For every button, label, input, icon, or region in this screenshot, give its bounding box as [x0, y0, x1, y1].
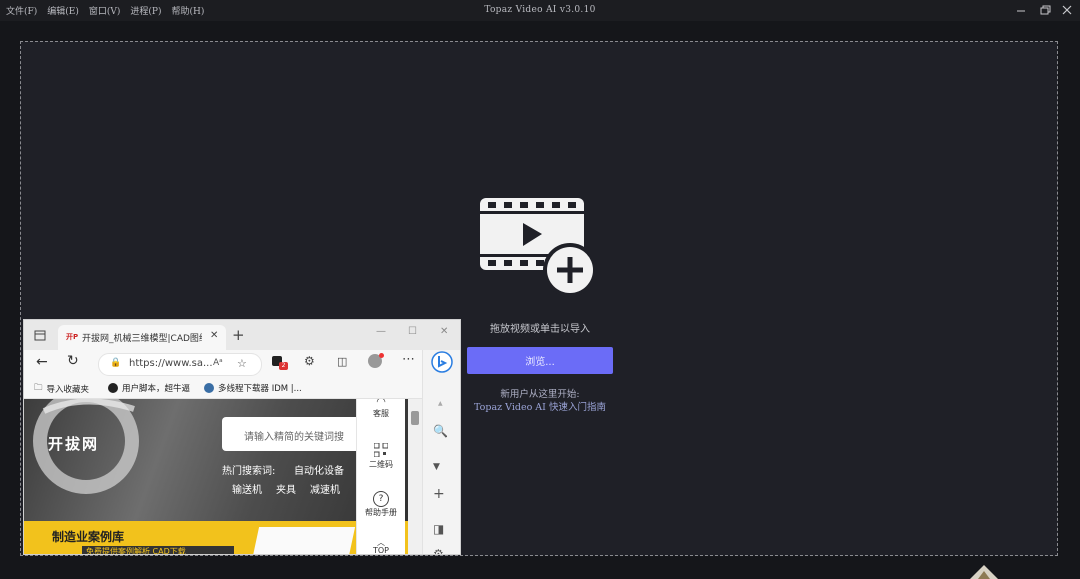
browser-minimize-icon[interactable]: — [376, 326, 386, 337]
case-library-title: 制造业案例库 [52, 530, 125, 544]
headset-icon: ◠ [376, 399, 386, 408]
drop-hint-text: 拖放视频或单击以导入 [490, 324, 590, 335]
gear-logo-icon [33, 399, 139, 494]
qr-code-button[interactable]: 二维码 [357, 442, 405, 470]
idm-icon [204, 383, 214, 393]
app-title: Topaz Video AI v3.0.10 [484, 5, 596, 15]
site-search-input[interactable]: 请输入精简的关键词搜 [222, 417, 372, 451]
help-manual-label: 帮助手册 [365, 508, 397, 517]
browser-close-icon[interactable]: ✕ [440, 326, 448, 337]
floating-service-panel: ◠ 客服 二维码 ? 帮助手册 ︿ TOP [356, 399, 405, 555]
browser-maximize-icon[interactable]: ☐ [408, 326, 417, 337]
case-library-subtitle: 免费提供案例解析 CAD下载 [82, 546, 234, 554]
tab-title: 开拔网_机械三维模型|CAD图纸| [82, 334, 202, 344]
new-user-guide: 新用户从这里开始: Topaz Video AI 快速入门指南 [460, 388, 620, 414]
folder-import-icon: 🗀 [34, 383, 43, 393]
topaz-logo-icon [970, 565, 998, 579]
quick-start-link[interactable]: Topaz Video AI 快速入门指南 [460, 401, 620, 414]
browser-toolbar: ← ↻ 🔒 https://www.sa... Aᵃ ☆ 2 ⚙ ◫ ⋯ [24, 350, 460, 378]
back-to-top-button[interactable]: ︿ TOP [357, 539, 405, 555]
minimize-icon[interactable] [1012, 3, 1030, 18]
favorite-userscript[interactable]: 用户脚本，超牛逼 [108, 382, 190, 394]
web-page-content[interactable]: 开拔网 请输入精简的关键词搜 热门搜索词: 自动化设备 输送机 夹具 减速机 制… [24, 399, 422, 555]
browser-window[interactable]: 开P 开拔网_机械三维模型|CAD图纸| ✕ + — ☐ ✕ ← ↻ 🔒 htt… [23, 319, 461, 555]
tab-close-icon[interactable]: ✕ [210, 330, 218, 341]
bing-copilot-icon[interactable] [431, 351, 453, 373]
favorite-star-icon[interactable]: ☆ [237, 357, 247, 370]
back-to-top-label: TOP [372, 546, 389, 555]
restore-icon[interactable] [1036, 3, 1054, 18]
hot-keyword-row: 输送机 夹具 减速机 [232, 481, 340, 496]
profile-notification-dot [379, 353, 384, 358]
sidebar-scroll-down-icon[interactable]: ▼ [433, 462, 440, 472]
favorite-idm-label: 多线程下载器 IDM |... [218, 384, 302, 394]
refresh-icon[interactable]: ↻ [67, 353, 79, 369]
favorites-bar: 🗀 导入收藏夹 用户脚本，超牛逼 多线程下载器 IDM |... [24, 378, 424, 399]
favorite-userscript-label: 用户脚本，超牛逼 [122, 384, 191, 394]
favorite-import-label: 导入收藏夹 [46, 385, 90, 395]
address-bar[interactable]: 🔒 https://www.sa... Aᵃ ☆ [98, 353, 262, 376]
add-video-icon[interactable] [478, 196, 598, 298]
sidebar-layout-icon[interactable]: ◨ [433, 522, 444, 536]
qr-code-label: 二维码 [369, 460, 393, 469]
help-icon: ? [373, 491, 389, 507]
extensions-puzzle-icon[interactable]: ⚙ [304, 354, 315, 368]
hot-keyword[interactable]: 减速机 [310, 481, 340, 496]
help-manual-button[interactable]: ? 帮助手册 [357, 491, 405, 518]
browser-tab-strip: 开P 开拔网_机械三维模型|CAD图纸| ✕ + — ☐ ✕ [24, 320, 460, 350]
split-screen-icon[interactable]: ◫ [337, 355, 347, 368]
hot-keyword-automation[interactable]: 自动化设备 [294, 462, 344, 477]
favorite-idm[interactable]: 多线程下载器 IDM |... [204, 382, 302, 394]
customer-service-label: 客服 [373, 409, 389, 418]
new-user-label: 新用户从这里开始: [500, 389, 580, 400]
userscript-icon [108, 383, 118, 393]
site-search-placeholder: 请输入精简的关键词搜 [244, 432, 344, 443]
edge-sidebar: ▲ 🔍 ▼ + ◨ ⚙ [422, 350, 460, 554]
title-bar: 文件(F) 编辑(E) 窗口(V) 进程(P) 帮助(H) Topaz Vide… [0, 0, 1080, 21]
lock-icon: 🔒 [110, 358, 122, 368]
chevron-up-icon: ︿ [377, 538, 385, 547]
back-icon[interactable]: ← [36, 354, 48, 370]
qr-code-icon [373, 442, 389, 458]
address-text: https://www.sa... [129, 358, 213, 369]
extension-badge: 2 [279, 362, 288, 370]
site-logo-text: 开拔网 [48, 435, 100, 453]
tab-actions-icon[interactable] [34, 330, 46, 341]
sidebar-scroll-up-icon[interactable]: ▲ [438, 400, 443, 407]
drawing-thumbnail [252, 527, 356, 554]
page-scrollbar[interactable] [408, 399, 422, 554]
hot-keyword[interactable]: 夹具 [276, 481, 296, 496]
sidebar-add-icon[interactable]: + [433, 486, 445, 502]
new-tab-icon[interactable]: + [232, 326, 245, 344]
customer-service-button[interactable]: ◠ 客服 [357, 399, 405, 419]
browse-button[interactable]: 浏览... [467, 347, 613, 374]
hot-search-label: 热门搜索词: [222, 466, 276, 477]
read-aloud-icon[interactable]: Aᵃ [213, 358, 223, 368]
sidebar-settings-icon[interactable]: ⚙ [433, 547, 444, 554]
hot-keyword[interactable]: 输送机 [232, 481, 262, 496]
more-menu-icon[interactable]: ⋯ [402, 352, 415, 367]
browser-tab[interactable]: 开P 开拔网_机械三维模型|CAD图纸| ✕ [58, 325, 226, 350]
favorite-import[interactable]: 🗀 导入收藏夹 [34, 382, 89, 396]
site-favicon-icon: 开P [66, 333, 79, 341]
sidebar-search-icon[interactable]: 🔍 [433, 424, 448, 438]
close-icon[interactable] [1058, 3, 1076, 18]
scrollbar-thumb[interactable] [411, 411, 419, 425]
